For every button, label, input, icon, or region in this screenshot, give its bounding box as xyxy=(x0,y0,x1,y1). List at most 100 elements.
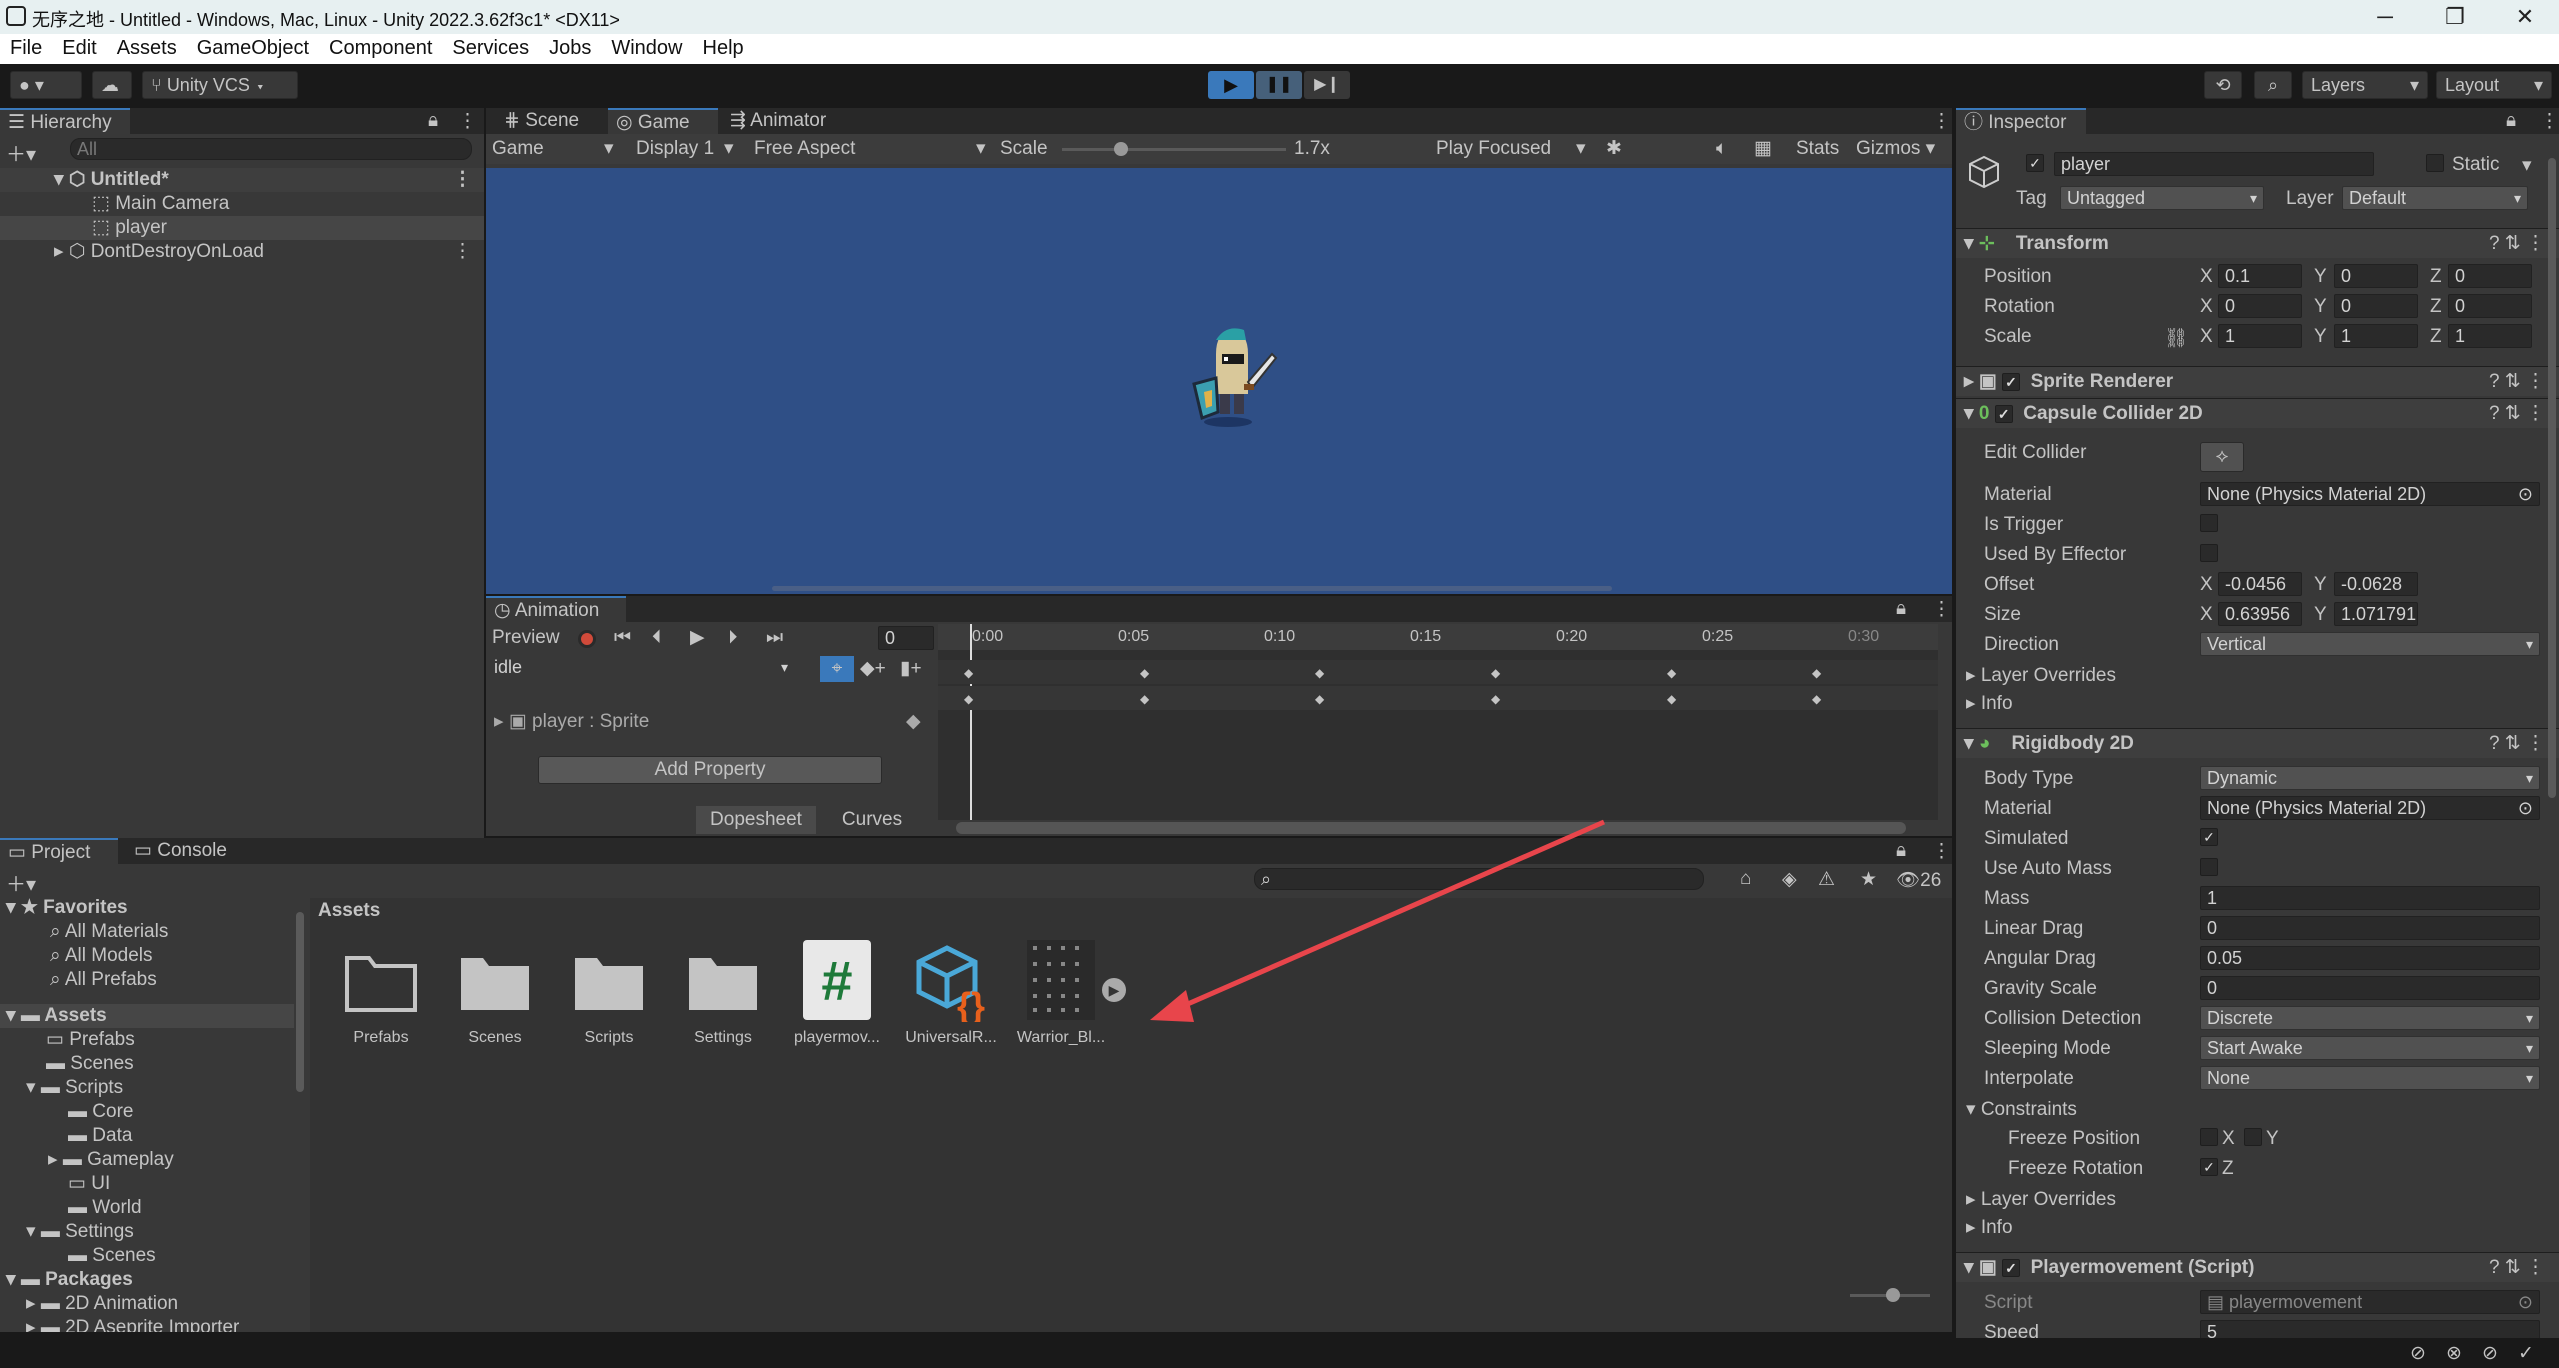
tree-scenes[interactable]: ▬ Scenes xyxy=(0,1052,294,1076)
tab-scene[interactable]: ⋕ Scene xyxy=(496,108,606,134)
asset-folder-prefabs[interactable]: Prefabs xyxy=(326,948,436,1047)
position-x[interactable]: 0.1 xyxy=(2218,264,2302,288)
asset-spritesheet-warrior[interactable]: Warrior_Bl... xyxy=(1006,938,1116,1047)
breadcrumb[interactable]: Assets xyxy=(318,900,380,922)
linear-drag-input[interactable]: 0 xyxy=(2200,916,2540,940)
add-event-icon[interactable]: ▮+ xyxy=(900,656,922,682)
stats-button[interactable]: Stats xyxy=(1796,134,1839,164)
sprite-renderer-checkbox[interactable]: ✓ xyxy=(2002,372,2021,391)
status-icon-3[interactable]: ⊘ xyxy=(2482,1342,2498,1365)
scale-y[interactable]: 1 xyxy=(2334,324,2418,348)
clip-dropdown[interactable]: idle xyxy=(488,656,794,680)
script-field[interactable]: ▤ playermovement ⊙ xyxy=(2200,1290,2540,1314)
add-property-button[interactable]: Add Property xyxy=(538,756,882,784)
keyframe[interactable]: ◆ xyxy=(1315,692,1324,706)
layers-dropdown[interactable]: Layers ▾ xyxy=(2302,71,2428,99)
game-mode-dropdown[interactable]: Game ▾ xyxy=(492,134,622,164)
tab-hierarchy[interactable]: ☰ Hierarchy xyxy=(0,108,130,134)
tab-console[interactable]: ▭ Console xyxy=(126,838,244,864)
minimize-icon[interactable]: ─ xyxy=(2350,2,2420,32)
viewport-scrollbar[interactable] xyxy=(772,586,1612,591)
tree-world[interactable]: ▬ World xyxy=(0,1196,294,1220)
ddol-row[interactable]: ▸ ⬡ DontDestroyOnLoad ⋮ xyxy=(0,240,484,264)
warning-icon[interactable]: ⚠ xyxy=(1818,868,1835,891)
tree-aseprite[interactable]: ▸ ▬ 2D Aseprite Importer xyxy=(0,1316,294,1332)
interpolate-dropdown[interactable]: None xyxy=(2200,1066,2540,1090)
menu-component[interactable]: Component xyxy=(319,34,442,62)
capsule-info[interactable]: ▸ Info xyxy=(1966,692,2013,715)
scale-slider-track[interactable] xyxy=(1062,148,1286,151)
size-y[interactable]: 1.071791 xyxy=(2334,602,2418,626)
aspect-dropdown[interactable]: Free Aspect ▾ xyxy=(754,134,998,164)
create-button[interactable]: ＋▾ xyxy=(6,868,36,897)
use-auto-mass-checkbox[interactable] xyxy=(2200,858,2218,876)
keyframe[interactable]: ◆ xyxy=(1667,692,1676,706)
status-icon-2[interactable]: ⊗ xyxy=(2446,1342,2462,1365)
scale-z[interactable]: 1 xyxy=(2448,324,2532,348)
is-trigger-checkbox[interactable] xyxy=(2200,514,2218,532)
offset-x[interactable]: -0.0456 xyxy=(2218,572,2302,596)
next-key-icon[interactable]: ⏵ xyxy=(728,624,738,652)
keyframe[interactable]: ◆ xyxy=(1315,666,1324,680)
game-viewport[interactable] xyxy=(486,168,1952,594)
bug-icon[interactable]: ✱ xyxy=(1606,134,1622,164)
keyframe[interactable]: ◆ xyxy=(1491,666,1500,680)
tab-animation[interactable]: ◷ Animation xyxy=(486,596,626,622)
script-checkbox[interactable]: ✓ xyxy=(2002,1258,2021,1277)
fav-all-prefabs[interactable]: ⌕ All Prefabs xyxy=(0,968,294,992)
freeze-position-x-checkbox[interactable] xyxy=(2200,1128,2218,1146)
mass-input[interactable]: 1 xyxy=(2200,886,2540,910)
rotation-x[interactable]: 0 xyxy=(2218,294,2302,318)
step-button[interactable]: ▶❙ xyxy=(1304,71,1350,99)
play-button[interactable]: ▶ xyxy=(1208,71,1254,99)
keyframe[interactable]: ◆ xyxy=(1812,692,1821,706)
rotation-y[interactable]: 0 xyxy=(2334,294,2418,318)
script-header[interactable]: ▾ ▣ ✓ Playermovement (Script)? ⇅ ⋮ xyxy=(1956,1252,2559,1282)
lock-icon[interactable]: 🔒︎ xyxy=(2506,110,2516,132)
rotation-z[interactable]: 0 xyxy=(2448,294,2532,318)
tab-project[interactable]: ▭ Project xyxy=(0,838,118,864)
menu-help[interactable]: Help xyxy=(693,34,754,62)
audio-icon[interactable]: 🔈︎ xyxy=(1716,134,1727,164)
more-icon[interactable]: ⋮ xyxy=(1932,598,1951,621)
tab-curves[interactable]: Curves xyxy=(820,806,924,834)
constraints-foldout[interactable]: ▾ Constraints xyxy=(1966,1098,2077,1121)
asset-script-playermovement[interactable]: # playermov... xyxy=(782,938,892,1047)
active-checkbox[interactable]: ✓ xyxy=(2026,154,2044,172)
lock-icon[interactable]: 🔒︎ xyxy=(428,110,438,132)
pause-button[interactable]: ❚❚ xyxy=(1256,71,1302,99)
menu-assets[interactable]: Assets xyxy=(107,34,187,62)
menu-file[interactable]: File xyxy=(0,34,52,62)
capsule-checkbox[interactable]: ✓ xyxy=(1994,404,2013,423)
sprite-renderer-header[interactable]: ▸ ▣ ✓ Sprite Renderer? ⇅ ⋮ xyxy=(1956,366,2559,396)
tab-inspector[interactable]: ⓘ Inspector xyxy=(1956,108,2086,134)
keyframe[interactable]: ◆ xyxy=(1667,666,1676,680)
tree-scrollbar[interactable] xyxy=(296,912,304,1092)
menu-edit[interactable]: Edit xyxy=(52,34,106,62)
play-focused-dropdown[interactable]: Play Focused ▾ xyxy=(1436,134,1596,164)
constrain-proportions-icon[interactable]: ⛓ xyxy=(2164,326,2188,350)
static-dropdown-icon[interactable]: ▾ xyxy=(2522,154,2532,177)
visibility-icon[interactable]: 👁︎26 xyxy=(1896,868,1941,892)
grid-icon[interactable]: ▦ xyxy=(1754,134,1772,164)
edit-collider-button[interactable]: ⟡ xyxy=(2200,442,2244,472)
fav-all-models[interactable]: ⌕ All Models xyxy=(0,944,294,968)
gravity-scale-input[interactable]: 0 xyxy=(2200,976,2540,1000)
menu-gameobject[interactable]: GameObject xyxy=(187,34,319,62)
prev-key-icon[interactable]: ⏴ xyxy=(652,624,662,652)
search-icon[interactable]: ⌕ xyxy=(2254,71,2292,99)
rb-info[interactable]: ▸ Info xyxy=(1966,1216,2013,1239)
body-type-dropdown[interactable]: Dynamic xyxy=(2200,766,2540,790)
maximize-icon[interactable]: ❐ xyxy=(2420,2,2490,32)
hierarchy-item-main-camera[interactable]: ⬚ Main Camera xyxy=(0,192,484,216)
collision-detection-dropdown[interactable]: Discrete xyxy=(2200,1006,2540,1030)
lock-icon[interactable]: 🔒︎ xyxy=(1896,840,1906,862)
tree-prefabs[interactable]: ▭ Prefabs xyxy=(0,1028,294,1052)
fav-all-materials[interactable]: ⌕ All Materials xyxy=(0,920,294,944)
capsule-collider-header[interactable]: ▾ 0 ✓ Capsule Collider 2D? ⇅ ⋮ xyxy=(1956,398,2559,428)
display-dropdown[interactable]: Display 1 ▾ xyxy=(636,134,736,164)
property-row[interactable]: ▸ ▣ player : Sprite ◆ xyxy=(486,710,936,734)
record-button[interactable] xyxy=(578,630,596,648)
key-mode-icon[interactable]: ⌖ xyxy=(820,656,854,682)
capsule-layer-overrides[interactable]: ▸ Layer Overrides xyxy=(1966,664,2116,687)
